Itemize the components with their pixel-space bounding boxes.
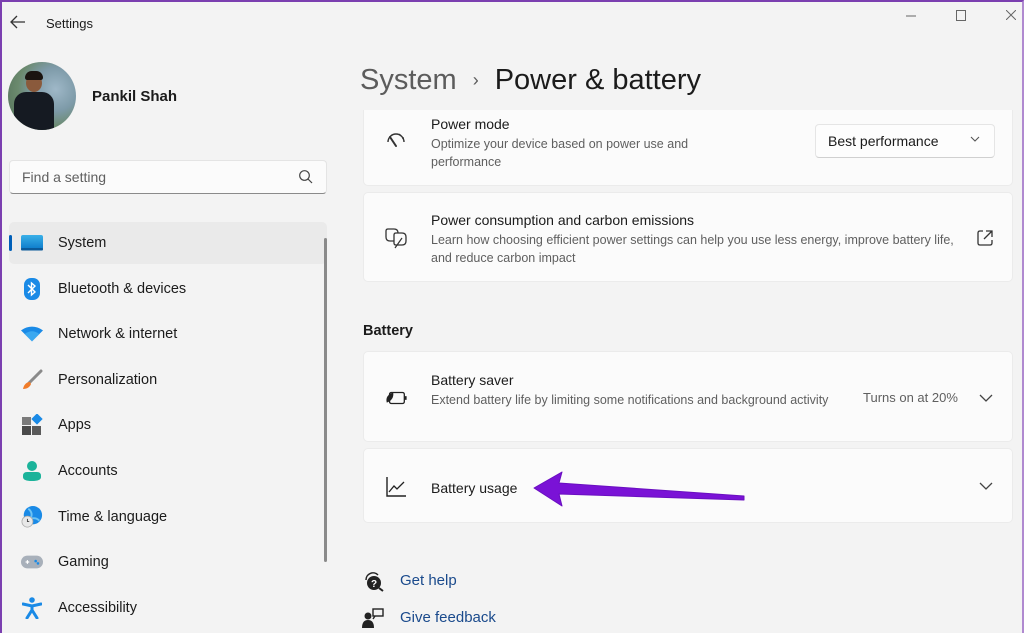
sidebar-item-label: Gaming <box>58 554 109 571</box>
sidebar-item-label: Accessibility <box>58 599 137 616</box>
sidebar-item-label: Personalization <box>58 371 158 388</box>
sidebar-item-bluetooth[interactable]: Bluetooth & devices <box>9 268 327 310</box>
sidebar-item-time-language[interactable]: Time & language <box>9 496 327 538</box>
chevron-down-icon[interactable] <box>978 390 994 406</box>
battery-saver-card[interactable]: Battery saver Extend battery life by lim… <box>363 351 1013 442</box>
annotation-arrow <box>533 471 745 507</box>
paintbrush-icon <box>21 369 43 391</box>
get-help-link[interactable]: Get help <box>400 572 457 589</box>
page-title: Power & battery <box>494 64 702 96</box>
sidebar-item-gaming[interactable]: Gaming <box>9 541 327 583</box>
sidebar-item-accounts[interactable]: Accounts <box>9 450 327 492</box>
sidebar-item-label: Time & language <box>58 508 168 525</box>
give-feedback-row: Give feedback <box>362 599 496 633</box>
give-feedback-link[interactable]: Give feedback <box>400 609 496 626</box>
card-description: Optimize your device based on power use … <box>431 137 689 169</box>
sidebar-item-accessibility[interactable]: Accessibility <box>9 587 327 629</box>
sidebar-scrollbar[interactable] <box>324 238 327 562</box>
leaf-icon <box>384 226 408 250</box>
sidebar-item-label: Bluetooth & devices <box>58 280 187 297</box>
sidebar-item-label: Apps <box>58 417 92 434</box>
battery-saver-status: Turns on at 20% <box>863 390 958 405</box>
gamepad-icon <box>21 551 43 573</box>
apps-icon <box>21 414 43 436</box>
external-link-icon[interactable] <box>976 229 994 252</box>
help-icon: ? <box>362 570 384 592</box>
title-bar: Settings <box>2 2 1022 44</box>
dropdown-value: Best performance <box>828 133 939 149</box>
avatar <box>8 62 76 130</box>
feedback-icon <box>362 607 384 629</box>
sidebar-item-network[interactable]: Network & internet <box>9 313 327 355</box>
search-box <box>9 160 327 194</box>
account-icon <box>21 460 43 482</box>
sidebar-nav: System Bluetooth & devices Network & int… <box>9 222 327 632</box>
card-description: Extend battery life by limiting some not… <box>431 393 829 407</box>
gauge-icon <box>384 130 408 154</box>
accessibility-icon <box>21 596 43 619</box>
card-title: Power consumption and carbon emissions <box>431 212 695 228</box>
back-button[interactable] <box>8 12 28 32</box>
get-help-row: ? Get help <box>362 562 496 599</box>
breadcrumb-parent[interactable]: System <box>360 64 457 97</box>
sidebar-item-label: Network & internet <box>58 326 178 343</box>
sidebar-item-apps[interactable]: Apps <box>9 404 327 446</box>
card-title: Battery usage <box>431 480 518 496</box>
card-title: Battery saver <box>431 372 514 388</box>
chevron-down-icon[interactable] <box>978 478 994 494</box>
battery-section-heading: Battery <box>363 323 413 339</box>
breadcrumb-separator: › <box>472 70 479 90</box>
minimize-icon <box>906 15 916 17</box>
power-mode-card: Power mode Optimize your device based on… <box>363 110 1013 186</box>
maximize-button[interactable] <box>938 6 984 24</box>
user-name: Pankil Shah <box>92 87 178 105</box>
maximize-icon <box>956 9 966 21</box>
globe-clock-icon <box>21 505 43 528</box>
line-chart-icon <box>384 475 408 499</box>
power-mode-dropdown[interactable]: Best performance <box>815 124 995 158</box>
sidebar-item-system[interactable]: System <box>9 222 327 264</box>
sidebar-item-personalization[interactable]: Personalization <box>9 359 327 401</box>
card-description: Learn how choosing efficient power setti… <box>431 233 954 265</box>
arrow-left-icon <box>10 15 25 29</box>
wifi-icon <box>21 323 43 345</box>
chevron-down-icon <box>970 136 980 142</box>
help-links: ? Get help Give feedback <box>362 562 496 633</box>
minimize-button[interactable] <box>888 6 934 24</box>
search-icon[interactable] <box>298 169 314 185</box>
app-title: Settings <box>46 16 93 31</box>
bluetooth-icon <box>21 277 43 300</box>
power-carbon-card[interactable]: Power consumption and carbon emissions L… <box>363 192 1013 282</box>
card-title: Power mode <box>431 116 510 132</box>
search-input[interactable] <box>22 169 298 185</box>
svg-text:?: ? <box>371 579 377 590</box>
system-icon <box>21 232 43 254</box>
user-profile[interactable]: Pankil Shah <box>8 62 177 130</box>
breadcrumb: System › Power & battery <box>360 64 701 97</box>
close-icon <box>1006 10 1016 20</box>
close-button[interactable] <box>988 6 1024 24</box>
battery-saver-icon <box>384 386 408 410</box>
sidebar-item-label: Accounts <box>58 462 118 479</box>
sidebar-item-label: System <box>58 235 107 251</box>
